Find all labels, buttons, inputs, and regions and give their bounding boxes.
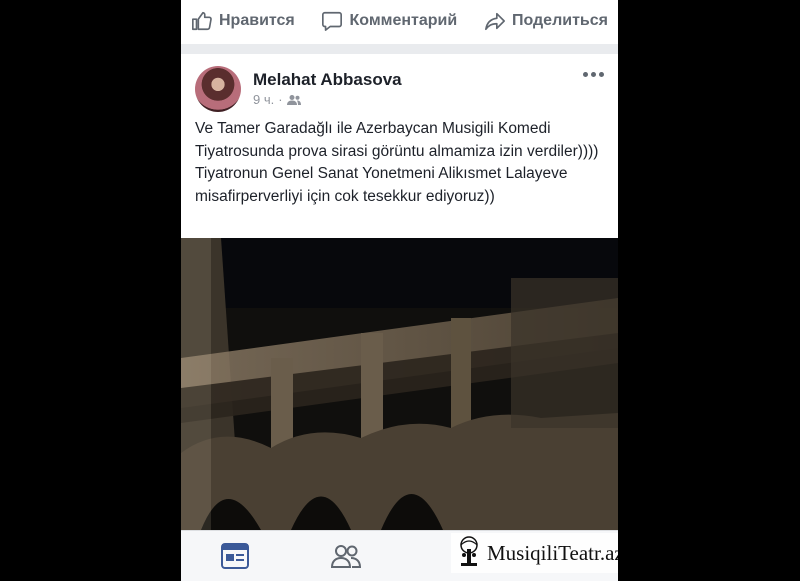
watermark: MusiqiliTeatr.az — [451, 533, 618, 573]
thumbs-up-icon — [192, 11, 212, 31]
facebook-app-screen: Нравится Комментарий Поделиться Melahat … — [181, 0, 618, 581]
musiqili-teatr-logo-icon — [460, 536, 478, 566]
more-dot-icon — [583, 72, 588, 77]
post-action-bar: Нравится Комментарий Поделиться — [181, 0, 618, 42]
like-button[interactable]: Нравится — [191, 10, 295, 32]
comment-button[interactable]: Комментарий — [321, 10, 457, 32]
comment-label: Комментарий — [349, 12, 458, 29]
watermark-text: MusiqiliTeatr.az — [487, 540, 618, 565]
more-dot-icon — [599, 72, 604, 77]
post-photo[interactable] — [181, 238, 618, 530]
friends-icon — [286, 94, 301, 105]
author-avatar[interactable] — [195, 66, 241, 112]
more-dot-icon — [591, 72, 596, 77]
comment-icon — [322, 11, 343, 31]
post-text: Ve Tamer Garadağlı ile Azerbaycan Musigi… — [195, 120, 599, 205]
author-name[interactable]: Melahat Abbasova — [253, 70, 402, 90]
share-arrow-icon — [484, 12, 505, 31]
friends-nav-icon[interactable] — [331, 543, 361, 569]
theater-balcony-image — [181, 238, 618, 530]
meta-separator: · — [278, 92, 283, 107]
news-feed-icon[interactable] — [221, 543, 249, 569]
feed-separator — [181, 44, 618, 54]
share-button[interactable]: Поделиться — [484, 10, 608, 32]
post-meta: 9 ч. · — [253, 92, 301, 107]
share-label: Поделиться — [511, 12, 608, 29]
like-label: Нравится — [219, 12, 295, 29]
post-time[interactable]: 9 ч. — [253, 92, 274, 107]
post-options-button[interactable] — [583, 72, 604, 77]
